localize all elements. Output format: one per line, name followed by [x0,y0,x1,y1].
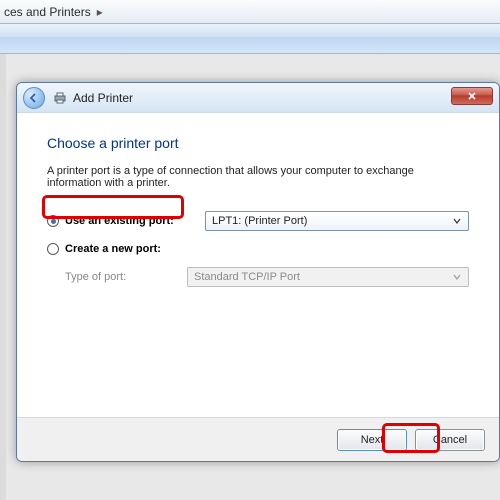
radio-existing-port[interactable] [47,215,59,227]
existing-port-value: LPT1: (Printer Port) [212,215,307,227]
type-of-port-dropdown: Standard TCP/IP Port [187,267,469,287]
type-of-port-value: Standard TCP/IP Port [194,271,300,283]
option-existing-port-label: Use an existing port: [65,215,205,227]
close-button[interactable] [451,87,493,105]
explorer-breadcrumb: ces and Printers ▸ [0,0,500,24]
back-arrow-icon [29,93,39,103]
explorer-toolbar [0,24,500,54]
dialog-heading: Choose a printer port [47,135,469,151]
next-button[interactable]: Next [337,429,407,451]
option-new-port-label: Create a new port: [65,243,205,255]
next-button-label: Next [361,434,384,446]
type-of-port-row: Type of port: Standard TCP/IP Port [47,267,469,287]
cancel-button-label: Cancel [433,434,467,446]
option-new-port-row[interactable]: Create a new port: [47,243,469,255]
dialog-body: Choose a printer port A printer port is … [17,113,499,309]
breadcrumb-text[interactable]: ces and Printers [4,5,91,19]
dialog-footer: Next Cancel [17,417,499,461]
cancel-button[interactable]: Cancel [415,429,485,451]
dialog-title: Add Printer [73,91,133,105]
add-printer-dialog: Add Printer Choose a printer port A prin… [16,82,500,462]
breadcrumb-chevron-icon[interactable]: ▸ [97,5,103,19]
radio-new-port[interactable] [47,243,59,255]
option-existing-port-row[interactable]: Use an existing port: LPT1: (Printer Por… [47,211,469,231]
chevron-down-icon [450,270,464,284]
printer-icon [53,91,67,105]
existing-port-dropdown[interactable]: LPT1: (Printer Port) [205,211,469,231]
dialog-description: A printer port is a type of connection t… [47,165,469,189]
type-of-port-label: Type of port: [65,271,187,283]
dialog-titlebar: Add Printer [17,83,499,113]
close-icon [467,91,477,101]
back-button[interactable] [23,87,45,109]
explorer-left-edge [0,54,6,500]
chevron-down-icon [450,214,464,228]
